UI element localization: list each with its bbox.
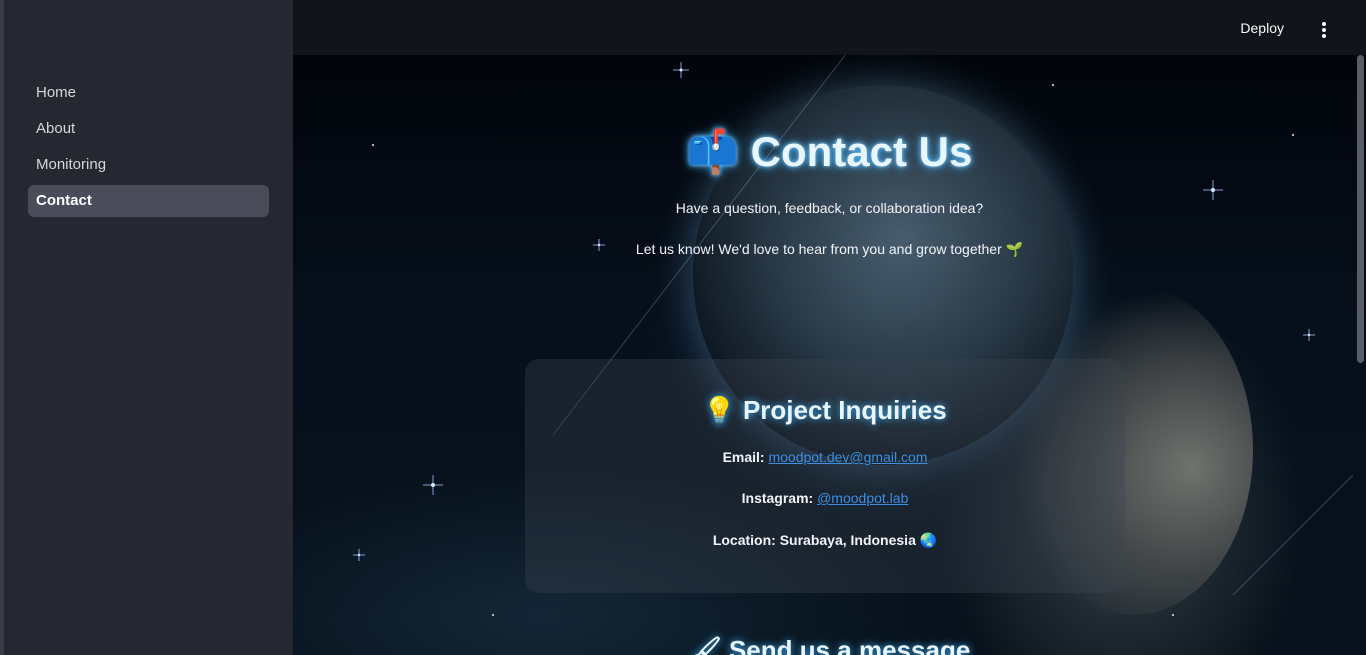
email-row: Email: moodpot.dev@gmail.com: [525, 449, 1125, 465]
instagram-link[interactable]: @moodpot.lab: [817, 490, 908, 506]
mailbox-icon: 📫: [686, 127, 739, 176]
paintbrush-icon: 🖌: [688, 636, 722, 655]
lightbulb-icon: 💡: [703, 396, 736, 426]
app-root: Home About Monitoring Contact Deploy 📫 C…: [0, 0, 1366, 655]
tagline-question: Have a question, feedback, or collaborat…: [675, 200, 984, 216]
instagram-row: Instagram: @moodpot.lab: [525, 490, 1125, 506]
page-title: 📫 Contact Us: [293, 127, 1366, 177]
sidebar: Home About Monitoring Contact: [0, 0, 293, 655]
email-link[interactable]: moodpot.dev@gmail.com: [768, 449, 927, 465]
tagline-invite: Let us know! We'd love to hear from you …: [635, 241, 1024, 257]
globe-icon: 🌏: [919, 533, 938, 549]
sidebar-item-home[interactable]: Home: [28, 77, 269, 109]
send-message-title: Send us a message: [728, 635, 971, 655]
card-title-text: Project Inquiries: [742, 395, 947, 425]
instagram-label: Instagram:: [741, 490, 814, 506]
email-label: Email:: [722, 449, 765, 465]
top-header: Deploy: [293, 0, 1366, 55]
sidebar-nav: Home About Monitoring Contact: [28, 77, 269, 221]
card-title: 💡 Project Inquiries: [525, 395, 1125, 426]
sidebar-item-monitoring[interactable]: Monitoring: [28, 149, 269, 181]
main-content: 📫 Contact Us Have a question, feedback, …: [293, 55, 1366, 655]
kebab-menu-icon[interactable]: [1319, 22, 1329, 38]
send-message-heading: 🖌 Send us a message: [293, 635, 1366, 655]
deploy-button[interactable]: Deploy: [1240, 20, 1284, 36]
page-title-text: Contact Us: [750, 128, 973, 175]
location-row: Location: Surabaya, Indonesia 🌏: [525, 532, 1125, 549]
sidebar-item-about[interactable]: About: [28, 113, 269, 145]
sidebar-item-contact[interactable]: Contact: [28, 185, 269, 217]
location-label: Location: Surabaya, Indonesia: [712, 532, 916, 548]
project-inquiries-card: 💡 Project Inquiries Email: moodpot.dev@g…: [525, 359, 1125, 593]
